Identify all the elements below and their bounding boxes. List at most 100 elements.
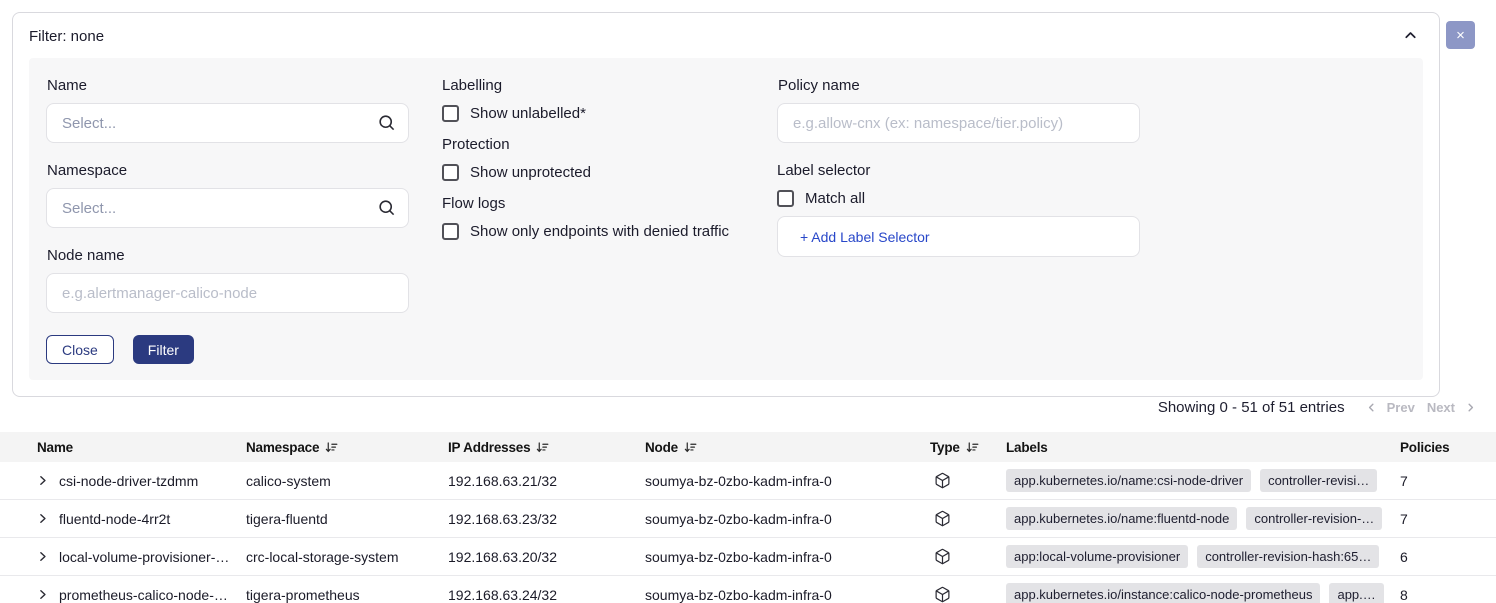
node-cell: soumya-bz-0zbo-kadm-infra-0 xyxy=(645,511,930,527)
label-pill: app:local-volume-provisioner xyxy=(1006,545,1188,568)
column-header-type[interactable]: Type xyxy=(930,440,1006,455)
namespace-select-input[interactable] xyxy=(46,188,409,228)
sort-icon xyxy=(325,441,338,454)
table-row: prometheus-calico-node-… tigera-prometheu… xyxy=(0,576,1496,603)
labels-cell: app.kubernetes.io/name:csi-node-driver co… xyxy=(1006,469,1393,492)
namespace-filter-label: Namespace xyxy=(47,162,409,179)
workload-endpoint-icon xyxy=(934,472,951,489)
column-label: IP Addresses xyxy=(448,440,530,455)
column-header-policies: Policies xyxy=(1393,440,1496,455)
collapse-panel-button[interactable] xyxy=(1402,27,1419,47)
label-pill: app.… xyxy=(1329,583,1383,603)
expand-row-chevron-icon[interactable] xyxy=(36,512,49,525)
labels-cell: app:local-volume-provisioner controller-r… xyxy=(1006,545,1393,568)
node-name-filter-label: Node name xyxy=(47,247,409,264)
search-icon xyxy=(377,198,396,217)
name-select-input[interactable] xyxy=(46,103,409,143)
denied-traffic-label: Show only endpoints with denied traffic xyxy=(470,223,729,240)
namespace-cell: crc-local-storage-system xyxy=(246,549,448,565)
ip-addresses-cell: 192.168.63.24/32 xyxy=(448,587,645,603)
filter-panel: Filter: none Name Namespace xyxy=(12,12,1440,397)
node-name-input[interactable] xyxy=(46,273,409,313)
show-unlabelled-checkbox[interactable] xyxy=(442,105,459,122)
close-icon: × xyxy=(1456,28,1465,43)
endpoint-name-cell: csi-node-driver-tzdmm xyxy=(0,473,246,489)
expand-row-chevron-icon[interactable] xyxy=(36,550,49,563)
type-cell xyxy=(930,472,1006,489)
protection-heading: Protection xyxy=(442,136,744,153)
next-button[interactable]: Next xyxy=(1427,400,1455,415)
label-pill: controller-revisi… xyxy=(1260,469,1377,492)
expand-row-chevron-icon[interactable] xyxy=(36,474,49,487)
endpoints-table: Name Namespace IP Addresses Node Type Labels P… xyxy=(0,432,1496,603)
node-cell: soumya-bz-0zbo-kadm-infra-0 xyxy=(645,473,930,489)
endpoint-name-cell: prometheus-calico-node-… xyxy=(0,587,246,603)
node-cell: soumya-bz-0zbo-kadm-infra-0 xyxy=(645,549,930,565)
filter-button[interactable]: Filter xyxy=(133,335,194,364)
match-all-label: Match all xyxy=(805,190,865,207)
column-header-labels: Labels xyxy=(1006,440,1393,455)
pagination: Showing 0 - 51 of 51 entries Prev Next xyxy=(1158,397,1480,417)
column-header-ip-addresses[interactable]: IP Addresses xyxy=(448,440,645,455)
sort-icon xyxy=(536,441,549,454)
column-header-namespace[interactable]: Namespace xyxy=(246,440,448,455)
endpoint-name-cell: local-volume-provisioner-… xyxy=(0,549,246,565)
endpoint-name: local-volume-provisioner-… xyxy=(59,549,229,565)
expand-row-chevron-icon[interactable] xyxy=(36,588,49,601)
column-label: Type xyxy=(930,440,960,455)
type-cell xyxy=(930,586,1006,603)
table-header-row: Name Namespace IP Addresses Node Type Labels P… xyxy=(0,432,1496,462)
table-row: fluentd-node-4rr2ttigera-fluentd192.168.… xyxy=(0,500,1496,538)
denied-traffic-checkbox[interactable] xyxy=(442,223,459,240)
policies-count-cell: 7 xyxy=(1393,473,1496,489)
policy-name-filter-label: Policy name xyxy=(778,77,1140,94)
entries-summary: Showing 0 - 51 of 51 entries xyxy=(1158,399,1345,416)
namespace-cell: calico-system xyxy=(246,473,448,489)
prev-button[interactable]: Prev xyxy=(1387,400,1415,415)
labels-cell: app.kubernetes.io/instance:calico-node-p… xyxy=(1006,583,1393,603)
filter-panel-header: Filter: none xyxy=(13,13,1439,58)
endpoint-name: prometheus-calico-node-… xyxy=(59,587,228,603)
policy-name-input[interactable] xyxy=(777,103,1140,143)
column-header-node[interactable]: Node xyxy=(645,440,930,455)
column-label: Node xyxy=(645,440,678,455)
dismiss-panel-button[interactable]: × xyxy=(1446,21,1475,49)
endpoint-name: csi-node-driver-tzdmm xyxy=(59,473,198,489)
labelling-heading: Labelling xyxy=(442,77,744,94)
label-pill: app.kubernetes.io/name:fluentd-node xyxy=(1006,507,1237,530)
ip-addresses-cell: 192.168.63.20/32 xyxy=(448,549,645,565)
workload-endpoint-icon xyxy=(934,548,951,565)
endpoint-name: fluentd-node-4rr2t xyxy=(59,511,170,527)
name-filter-label: Name xyxy=(47,77,409,94)
add-label-selector-button[interactable]: + Add Label Selector xyxy=(777,216,1140,257)
chevron-up-icon xyxy=(1402,27,1419,47)
show-unprotected-checkbox[interactable] xyxy=(442,164,459,181)
show-unlabelled-label: Show unlabelled* xyxy=(470,105,586,122)
column-label: Labels xyxy=(1006,440,1048,455)
label-pill: app.kubernetes.io/name:csi-node-driver xyxy=(1006,469,1251,492)
close-button[interactable]: Close xyxy=(46,335,114,364)
table-row: local-volume-provisioner-… crc-local-stor… xyxy=(0,538,1496,576)
show-unprotected-label: Show unprotected xyxy=(470,164,591,181)
filter-form: Name Namespace Node name xyxy=(29,58,1423,380)
match-all-checkbox[interactable] xyxy=(777,190,794,207)
flow-logs-heading: Flow logs xyxy=(442,195,744,212)
column-label: Name xyxy=(37,440,73,455)
label-pill: controller-revision-… xyxy=(1246,507,1382,530)
type-cell xyxy=(930,510,1006,527)
column-label: Namespace xyxy=(246,440,319,455)
prev-chevron-icon[interactable] xyxy=(1362,401,1381,414)
label-pill: controller-revision-hash:65… xyxy=(1197,545,1379,568)
next-chevron-icon[interactable] xyxy=(1461,401,1480,414)
column-header-name: Name xyxy=(0,440,246,455)
workload-endpoint-icon xyxy=(934,586,951,603)
search-icon xyxy=(377,113,396,132)
endpoint-name-cell: fluentd-node-4rr2t xyxy=(0,511,246,527)
type-cell xyxy=(930,548,1006,565)
labels-cell: app.kubernetes.io/name:fluentd-node contr… xyxy=(1006,507,1393,530)
table-row: csi-node-driver-tzdmmcalico-system192.16… xyxy=(0,462,1496,500)
filter-title: Filter: none xyxy=(29,28,104,45)
namespace-cell: tigera-prometheus xyxy=(246,587,448,603)
node-cell: soumya-bz-0zbo-kadm-infra-0 xyxy=(645,587,930,603)
workload-endpoint-icon xyxy=(934,510,951,527)
